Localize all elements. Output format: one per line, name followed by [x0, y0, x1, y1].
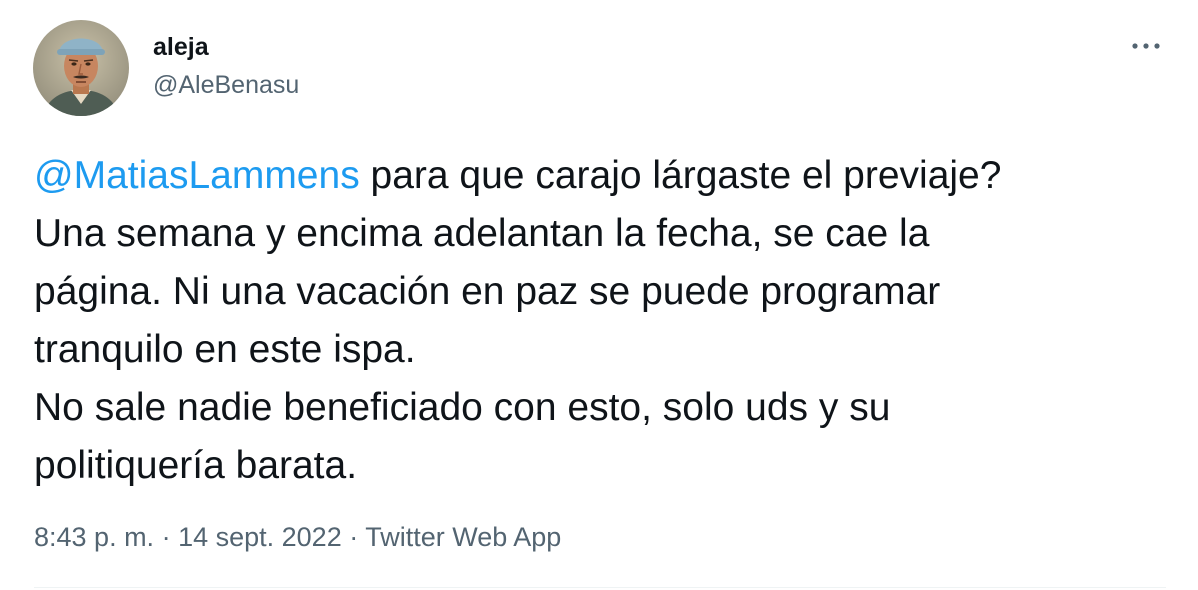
- meta-separator-2: ·: [341, 522, 366, 552]
- tweet-line-3: página. Ni una vacación en paz se puede …: [34, 270, 941, 313]
- more-horizontal-icon: [1132, 43, 1160, 49]
- tweet-time-link[interactable]: 8:43 p. m.: [34, 522, 154, 552]
- author-block: aleja @AleBenasu: [153, 32, 299, 100]
- tweet-date-link[interactable]: 14 sept. 2022: [178, 522, 342, 552]
- tweet-line-2: Una semana y encima adelantan la fecha, …: [34, 212, 930, 255]
- tweet-line-1: @MatiasLammens para que carajo lárgaste …: [34, 147, 1174, 205]
- more-options-button[interactable]: [1128, 34, 1164, 58]
- mention-link[interactable]: @MatiasLammens: [34, 154, 360, 197]
- author-handle[interactable]: @AleBenasu: [153, 70, 299, 100]
- tweet-text: @MatiasLammens para que carajo lárgaste …: [34, 147, 1174, 495]
- author-display-name[interactable]: aleja: [153, 32, 299, 62]
- tweet-line-1-text: para que carajo lárgaste el previaje?: [359, 154, 1002, 197]
- meta-separator: ·: [154, 522, 179, 552]
- tweet-source-link[interactable]: Twitter Web App: [365, 522, 561, 552]
- tweet-card: aleja @AleBenasu @MatiasLammens para que…: [0, 0, 1198, 590]
- tweet-line-6: politiquería barata.: [34, 444, 358, 487]
- divider: [34, 587, 1166, 588]
- tweet-line-5: No sale nadie beneficiado con esto, solo…: [34, 386, 891, 429]
- tweet-line-4: tranquilo en este ispa.: [34, 328, 416, 371]
- avatar[interactable]: [33, 20, 129, 116]
- avatar-photo: [33, 20, 129, 116]
- tweet-meta: 8:43 p. m. · 14 sept. 2022 · Twitter Web…: [34, 520, 561, 554]
